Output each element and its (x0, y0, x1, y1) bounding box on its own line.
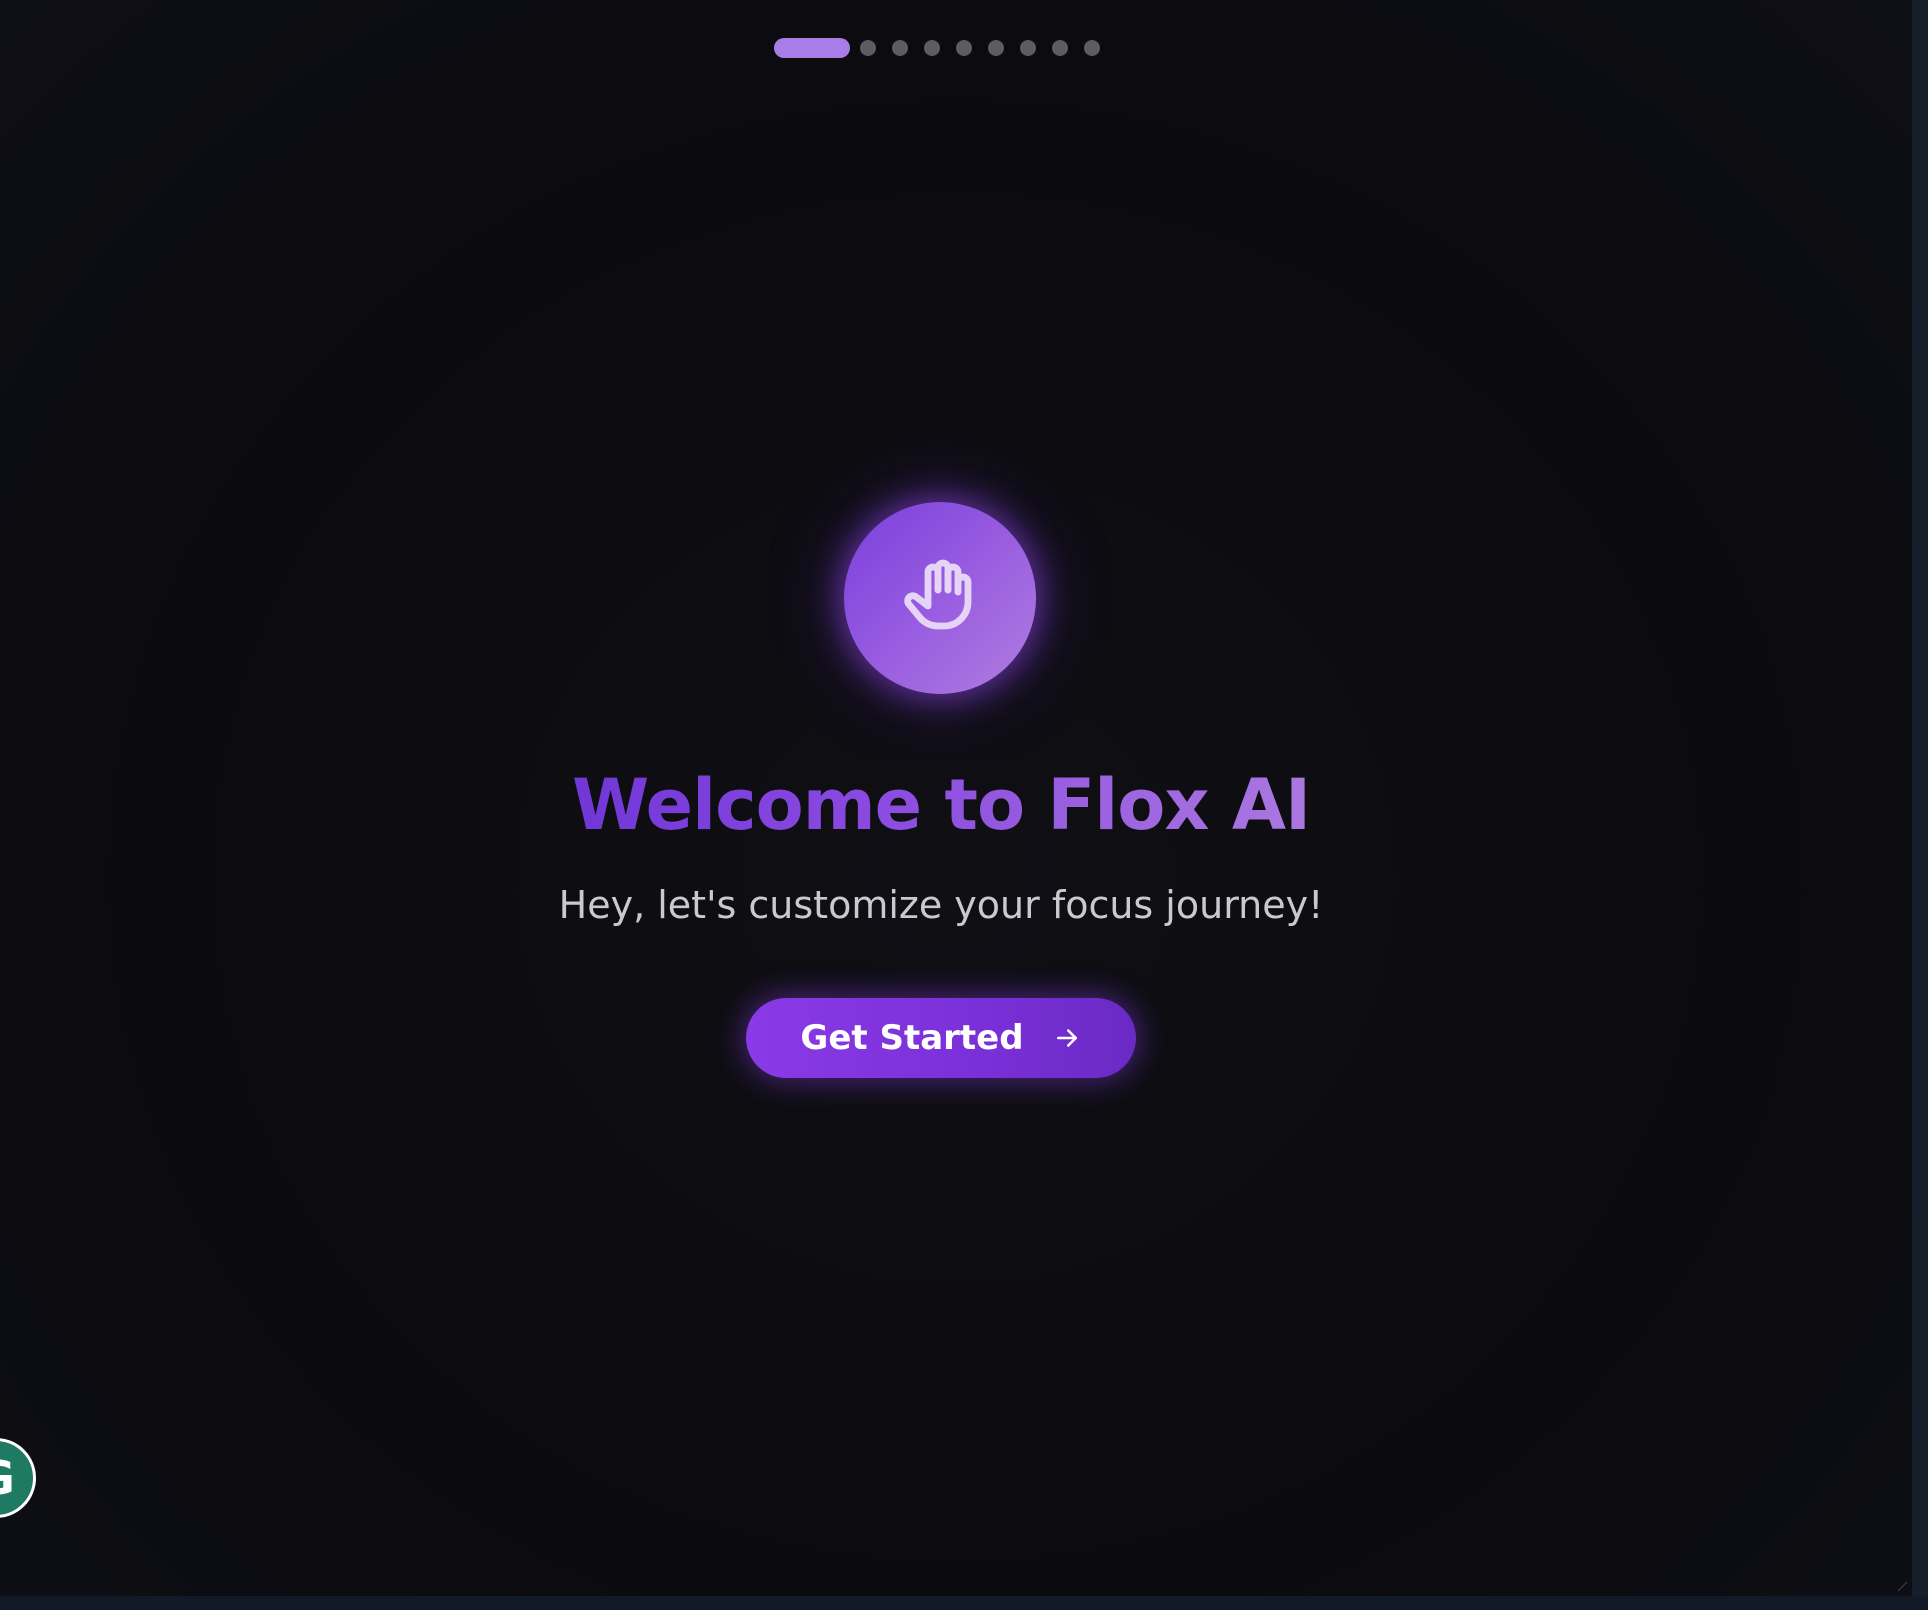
get-started-button[interactable]: Get Started (746, 998, 1136, 1078)
floating-extension-badge[interactable]: G (0, 1438, 36, 1518)
arrow-right-icon (1056, 1029, 1077, 1047)
resize-grip-icon[interactable] (1896, 1580, 1908, 1592)
app-window: Welcome to Flox AI Hey, let's customize … (0, 0, 1912, 1596)
progress-step (1052, 40, 1068, 56)
page-subtitle: Hey, let's customize your focus journey! (558, 883, 1324, 927)
page-title: Welcome to Flox AI (0, 760, 1882, 850)
progress-step (924, 40, 940, 56)
window-edge-right (1912, 0, 1928, 1610)
progress-step (1020, 40, 1036, 56)
progress-step (860, 40, 876, 56)
hero-icon-circle (844, 502, 1036, 694)
hand-wave-icon (904, 559, 972, 630)
progress-step (956, 40, 972, 56)
progress-step-active (774, 38, 850, 58)
progress-step (988, 40, 1004, 56)
progress-step (892, 40, 908, 56)
onboarding-progress (774, 38, 1100, 58)
title-text: Welcome to Flox AI (571, 764, 1311, 846)
window-edge-bottom (0, 1596, 1928, 1610)
progress-step (1084, 40, 1100, 56)
get-started-label: Get Started (800, 1018, 1024, 1058)
